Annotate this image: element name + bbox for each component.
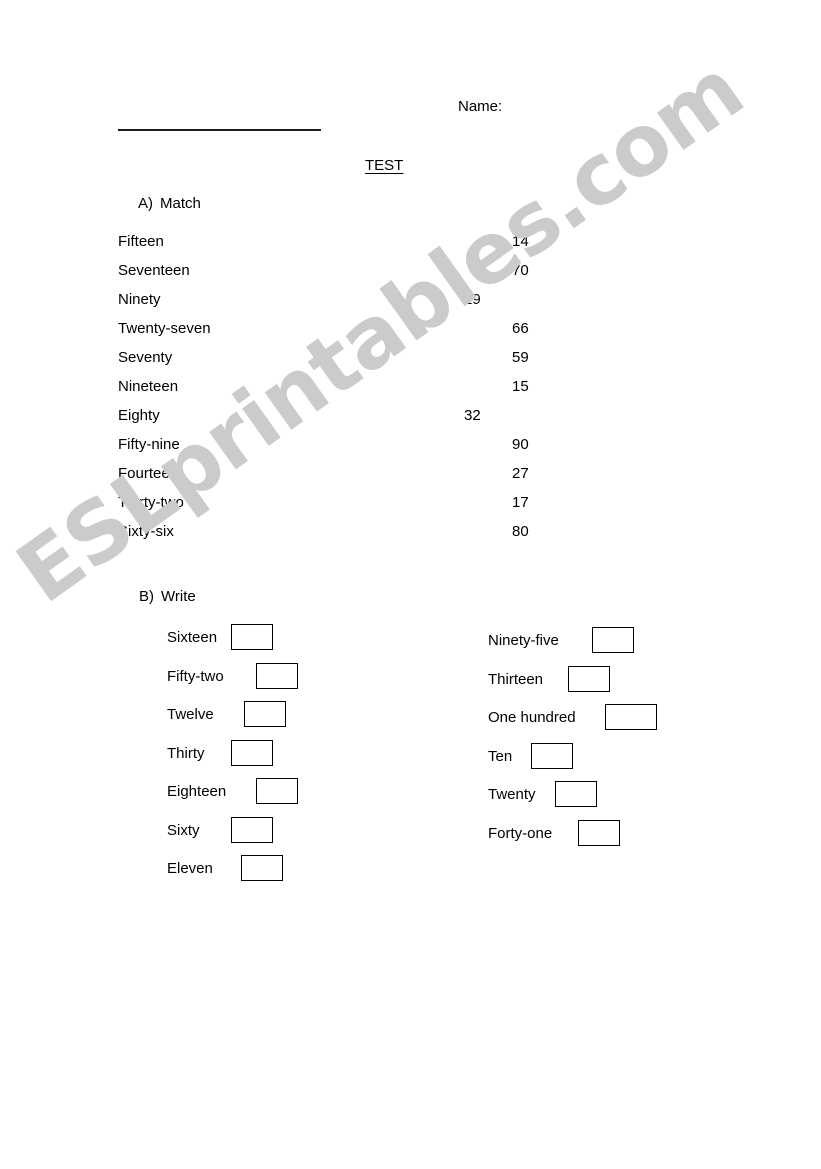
answer-box[interactable]: [256, 662, 298, 689]
write-word-label: Thirteen: [488, 670, 544, 688]
answer-box[interactable]: [592, 627, 634, 653]
match-word[interactable]: Twenty-seven: [118, 321, 211, 336]
write-word-label: Sixty: [167, 821, 200, 839]
section-a-title: Match: [160, 195, 201, 212]
match-number[interactable]: 27: [512, 466, 529, 481]
answer-box[interactable]: [241, 855, 283, 881]
match-row: Fifteen 14: [0, 234, 821, 263]
match-word[interactable]: Eighty: [118, 408, 160, 423]
match-row: Seventy 59: [0, 350, 821, 379]
write-word-label: Sixteen: [167, 629, 218, 646]
match-word[interactable]: Seventeen: [118, 263, 190, 278]
write-word-label: Eighteen: [167, 783, 227, 800]
write-word-label: Ten: [488, 747, 513, 765]
section-a-letter: A): [138, 195, 153, 212]
match-number[interactable]: 19: [464, 292, 481, 307]
write-word-label: Forty-one: [488, 824, 553, 842]
match-number[interactable]: 66: [512, 321, 529, 336]
answer-box[interactable]: [231, 624, 273, 650]
name-label: Name:: [458, 98, 503, 115]
section-b-letter: B): [139, 588, 154, 605]
answer-box[interactable]: [231, 816, 273, 843]
match-word[interactable]: Fifty-nine: [118, 437, 180, 452]
match-number[interactable]: 14: [512, 234, 529, 249]
answer-box[interactable]: [244, 701, 286, 727]
match-row: Fifty-nine 90: [0, 437, 821, 466]
match-row: Ninety 19: [0, 292, 821, 321]
match-number[interactable]: 90: [512, 437, 529, 452]
answer-box[interactable]: [578, 819, 620, 846]
answer-box[interactable]: [531, 742, 573, 769]
match-number[interactable]: 80: [512, 524, 529, 539]
match-word[interactable]: Fifteen: [118, 234, 164, 249]
match-number[interactable]: 59: [512, 350, 529, 365]
section-a-heading: A) Match: [138, 196, 201, 211]
page-title: TEST: [365, 157, 404, 174]
answer-box[interactable]: [605, 704, 657, 730]
match-word[interactable]: Sixty-six: [118, 524, 174, 539]
match-row: Nineteen 15: [0, 379, 821, 408]
write-word-label: Twelve: [167, 706, 214, 723]
write-word-label: Eleven: [167, 860, 213, 877]
answer-box[interactable]: [256, 778, 298, 804]
match-word[interactable]: Seventy: [118, 350, 172, 365]
match-row: Fourteen 27: [0, 466, 821, 495]
write-word-label: Fifty-two: [167, 667, 224, 685]
name-blank-line[interactable]: [118, 129, 321, 131]
write-word-label: Twenty: [488, 786, 536, 803]
match-number[interactable]: 70: [512, 263, 529, 278]
worksheet-page: Name: TEST A) Match Fifteen 14 Seventeen 70 N…: [0, 0, 821, 1169]
match-word[interactable]: Nineteen: [118, 379, 178, 394]
answer-box[interactable]: [568, 665, 610, 692]
match-word[interactable]: Ninety: [118, 292, 161, 307]
match-word[interactable]: Thirty-two: [118, 495, 184, 510]
match-row: Eighty 32: [0, 408, 821, 437]
write-word-label: Thirty: [167, 744, 205, 762]
match-row: Sixty-six 80: [0, 524, 821, 553]
match-row: Thirty-two 17: [0, 495, 821, 524]
write-word-label: Ninety-five: [488, 632, 559, 649]
match-row: Seventeen 70: [0, 263, 821, 292]
match-number[interactable]: 15: [512, 379, 529, 394]
worksheet-content: Name: TEST A) Match Fifteen 14 Seventeen 70 N…: [0, 0, 821, 1169]
write-word-label: One hundred: [488, 709, 576, 726]
answer-box[interactable]: [555, 781, 597, 807]
match-word[interactable]: Fourteen: [118, 466, 178, 481]
match-row: Twenty-seven 66: [0, 321, 821, 350]
answer-box[interactable]: [231, 739, 273, 766]
match-number[interactable]: 17: [512, 495, 529, 510]
section-b-title: Write: [161, 588, 196, 605]
section-b-heading: B) Write: [139, 589, 196, 604]
match-number[interactable]: 32: [464, 408, 481, 423]
